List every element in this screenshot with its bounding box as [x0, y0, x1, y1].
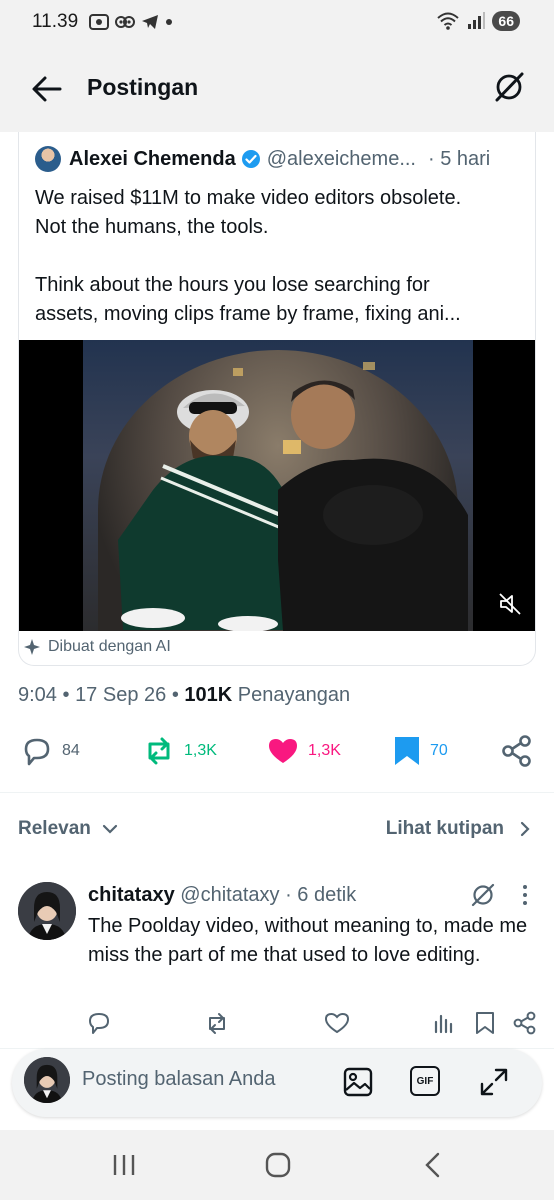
view-quotes-label: Lihat kutipan	[385, 818, 504, 839]
like-button[interactable]: 1,3K	[266, 734, 341, 768]
reply-composer[interactable]: Posting balasan Anda GIF	[12, 1049, 542, 1117]
share-button[interactable]	[500, 734, 534, 768]
back-arrow-icon[interactable]	[30, 74, 64, 104]
separator: •	[56, 684, 76, 706]
reply-text: The Poolday video, without meaning to, m…	[88, 915, 528, 966]
sort-dropdown[interactable]: Relevan	[18, 818, 119, 840]
quoted-post-card[interactable]: Alexei Chemenda @alexeicheme... · 5 hari…	[18, 132, 536, 666]
share-icon[interactable]	[512, 1010, 538, 1036]
divider	[0, 792, 554, 793]
view-count[interactable]: 101K	[184, 684, 232, 706]
status-bar: 11.39 66	[0, 0, 554, 44]
system-status: 66	[436, 11, 520, 31]
home-icon[interactable]	[264, 1152, 292, 1178]
post-action-bar: 84 1,3K 1,3K 70	[0, 734, 554, 774]
status-time: 11.39	[32, 11, 79, 32]
text-line: Not the humans, the tools.	[35, 216, 269, 238]
back-icon[interactable]	[420, 1152, 448, 1178]
share-icon	[502, 735, 531, 767]
chevron-right-icon	[520, 821, 530, 837]
mute-icon[interactable]	[497, 591, 523, 617]
avatar-image	[24, 1057, 70, 1103]
reply-count: 84	[62, 742, 80, 759]
heart-icon[interactable]	[324, 1010, 350, 1036]
reply-header: chitataxy @chitataxy · 6 detik	[88, 884, 356, 907]
compose-bar: Posting balasan Anda GIF	[0, 1048, 554, 1130]
avatar[interactable]	[35, 146, 61, 172]
bookmark-count: 70	[430, 742, 448, 759]
like-count: 1,3K	[308, 742, 341, 759]
author-handle[interactable]: @alexeicheme...	[267, 148, 416, 171]
dot-icon	[166, 19, 172, 25]
reply-author-handle[interactable]: @chitataxy	[180, 884, 279, 906]
reply-icon[interactable]	[86, 1010, 112, 1036]
repost-icon	[148, 737, 170, 765]
recent-apps-icon[interactable]	[110, 1152, 138, 1178]
heart-icon	[269, 739, 297, 763]
people-illustration	[118, 362, 468, 631]
screenshot-icon	[89, 14, 109, 30]
avatar[interactable]	[18, 882, 76, 940]
owl-icon	[115, 16, 135, 28]
ai-label-text: Dibuat dengan AI	[48, 638, 171, 655]
more-options-icon[interactable]	[515, 882, 535, 908]
reply-input[interactable]: Posting balasan Anda	[82, 1068, 322, 1091]
views-label: Penayangan	[232, 684, 351, 706]
video-frame	[83, 340, 473, 631]
replies-filter-row: Relevan Lihat kutipan	[0, 812, 554, 848]
chevron-down-icon	[102, 824, 117, 834]
telegram-icon	[142, 15, 158, 29]
page-title: Postingan	[87, 74, 199, 100]
grok-icon[interactable]	[470, 882, 496, 908]
system-navigation-bar	[0, 1130, 554, 1200]
reply-time-ago: · 6 detik	[285, 884, 357, 906]
sort-label: Relevan	[18, 818, 91, 839]
text-line: We raised $11M to make video editors obs…	[35, 187, 462, 209]
author-name[interactable]: Alexei Chemenda	[69, 148, 236, 171]
grok-icon[interactable]	[492, 70, 526, 104]
image-icon[interactable]	[342, 1066, 374, 1098]
post-date: 17 Sep 26	[75, 684, 167, 706]
video-player[interactable]	[19, 340, 535, 631]
header: Postingan	[0, 44, 554, 132]
post-time-ago: · 5 hari	[428, 147, 491, 170]
avatar	[24, 1057, 70, 1103]
verified-badge-icon	[241, 150, 260, 168]
battery-icon: 66	[492, 11, 520, 31]
sparkle-icon	[24, 639, 40, 655]
notification-icons	[88, 12, 174, 32]
wifi-icon	[437, 12, 460, 30]
gif-button[interactable]: GIF	[410, 1066, 440, 1096]
quoted-post-text: We raised $11M to make video editors obs…	[35, 184, 525, 329]
post-time: 9:04	[18, 684, 57, 706]
repost-button[interactable]: 1,3K	[142, 734, 217, 768]
reply-action-bar	[0, 1010, 554, 1038]
post-meta: 9:04 • 17 Sep 26 • 101K Penayangan	[18, 684, 350, 707]
text-line: Think about the hours you lose searching…	[35, 274, 430, 296]
reply-button[interactable]: 84	[20, 734, 80, 768]
bookmark-icon	[395, 737, 419, 765]
signal-icon	[468, 12, 486, 29]
bookmark-button[interactable]: 70	[392, 734, 448, 768]
repost-icon[interactable]	[204, 1010, 230, 1036]
expand-icon[interactable]	[478, 1066, 510, 1098]
view-quotes-link[interactable]: Lihat kutipan	[386, 818, 532, 840]
avatar-image	[18, 882, 76, 940]
repost-count: 1,3K	[184, 742, 217, 759]
quoted-post-header: Alexei Chemenda @alexeicheme... · 5 hari	[35, 146, 527, 172]
analytics-icon[interactable]	[432, 1010, 456, 1036]
reply-icon	[24, 738, 50, 766]
separator: •	[166, 684, 185, 706]
reply-author-name[interactable]: chitataxy	[88, 884, 175, 906]
text-line: assets, moving clips frame by frame, fix…	[35, 303, 461, 325]
gif-label: GIF	[416, 1075, 434, 1087]
reply-item[interactable]: chitataxy @chitataxy · 6 detik The Poold…	[0, 870, 554, 1050]
bookmark-icon[interactable]	[474, 1010, 496, 1036]
ai-generated-label: Dibuat dengan AI	[23, 638, 171, 656]
